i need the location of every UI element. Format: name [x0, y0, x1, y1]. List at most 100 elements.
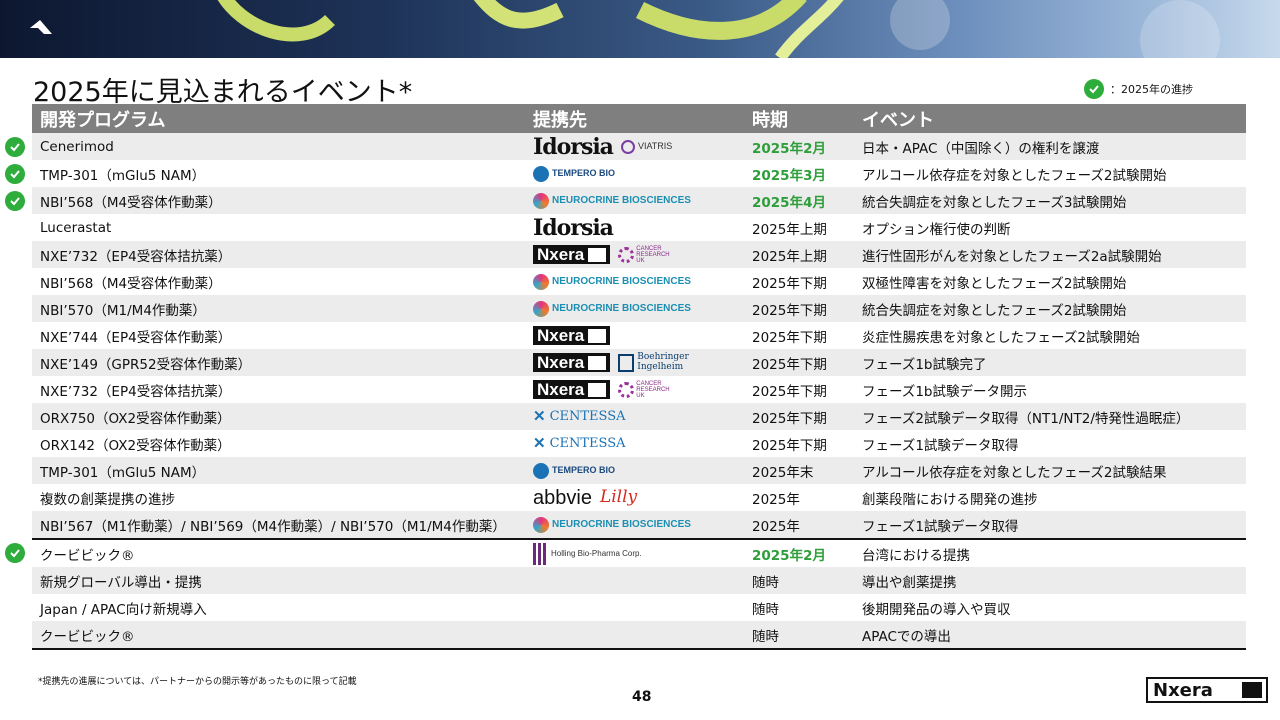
- corner-logo-icon: [30, 20, 52, 34]
- program-cell: NBI’568（M4受容体作動薬）: [32, 268, 525, 295]
- events-table: 開発プログラム 提携先 時期 イベント Cenerimod Idorsia VIAT…: [32, 104, 1246, 650]
- event-cell: 炎症性腸疾患を対象としたフェーズ2試験開始: [854, 322, 1246, 349]
- centessa-logo-text: CENTESSA: [549, 436, 626, 451]
- footnote: *提携先の進展については、パートナーからの開示等があったものに限って記載: [38, 677, 357, 687]
- nxera-logo: Nxera: [533, 353, 611, 372]
- partner-logos: Nxera: [533, 322, 744, 349]
- timing-cell: 2025年4月: [744, 187, 854, 214]
- partner-logos: Nxera CANCER RESEARCH UK: [533, 376, 744, 403]
- timing-cell: 2025年2月: [744, 538, 854, 567]
- event-cell: アルコール依存症を対象としたフェーズ2試験開始: [854, 160, 1246, 187]
- timing-cell: 2025年2月: [744, 133, 854, 160]
- event-cell: オプション権行使の判断: [854, 214, 1246, 241]
- timing-cell: 2025年下期: [744, 430, 854, 457]
- event-cell: フェーズ1試験データ取得: [854, 511, 1246, 539]
- partner-cell: NEUROCRINE BIOSCIENCES: [525, 511, 744, 539]
- timing-cell: 随時: [744, 594, 854, 621]
- brand-logo: Nxera: [1146, 677, 1268, 703]
- tempero-mark-icon: [533, 462, 549, 479]
- partner-cell: Idorsia: [525, 214, 744, 241]
- table-row: NXE’149（GPR52受容体作動薬） Nxera Boehringer Inge…: [32, 349, 1246, 376]
- table-row: クービビック® 随時 APACでの導出: [32, 621, 1246, 650]
- table-row: クービビック® Holling Bio-Pharma Corp. 2025年2月 台湾…: [32, 538, 1246, 567]
- partner-logos: TEMPERO BIO: [533, 457, 744, 484]
- partner-cell: Nxera CANCER RESEARCH UK: [525, 241, 744, 268]
- partner-logos: Nxera Boehringer Ingelheim: [533, 349, 744, 376]
- neurocrine-mark-icon: [533, 273, 549, 290]
- program-cell: TMP-301（mGlu5 NAM）: [32, 160, 525, 187]
- neurocrine-mark-icon: [533, 300, 549, 317]
- partner-logos: Idorsia VIATRIS: [533, 133, 744, 160]
- partner-cell: abbvie Lilly: [525, 484, 744, 511]
- centessa-logo: ✕ CENTESSA: [533, 409, 626, 424]
- partner-logos: Nxera CANCER RESEARCH UK: [533, 241, 744, 268]
- program-cell: 新規グローバル導出・提携: [32, 567, 525, 594]
- timing-cell: 2025年下期: [744, 403, 854, 430]
- program-cell: NBI’568（M4受容体作動薬）: [32, 187, 525, 214]
- timing-cell: 2025年上期: [744, 241, 854, 268]
- program-cell: TMP-301（mGlu5 NAM）: [32, 457, 525, 484]
- program-cell: クービビック®: [32, 621, 525, 650]
- table-row: NXE’732（EP4受容体拮抗薬） Nxera CANCER RESEARCH U…: [32, 376, 1246, 403]
- event-cell: 統合失調症を対象としたフェーズ3試験開始: [854, 187, 1246, 214]
- table-row: Lucerastat Idorsia 2025年上期 オプション権行使の判断: [32, 214, 1246, 241]
- partner-cell: [525, 594, 744, 621]
- partner-cell: NEUROCRINE BIOSCIENCES: [525, 187, 744, 214]
- timing-cell: 2025年: [744, 484, 854, 511]
- program-cell: クービビック®: [32, 538, 525, 567]
- partner-logos: ✕ CENTESSA: [533, 403, 744, 430]
- event-cell: APACでの導出: [854, 621, 1246, 650]
- program-cell: NXE’732（EP4受容体拮抗薬）: [32, 376, 525, 403]
- check-icon: [5, 136, 25, 157]
- program-cell: 複数の創薬提携の進捗: [32, 484, 525, 511]
- timing-cell: 2025年下期: [744, 322, 854, 349]
- table-header: 開発プログラム 提携先 時期 イベント: [32, 104, 1246, 133]
- event-cell: 進行性固形がんを対象としたフェーズ2a試験開始: [854, 241, 1246, 268]
- tempero-logo-text: TEMPERO BIO: [552, 465, 616, 475]
- cruk-logo-text: CANCER RESEARCH UK: [636, 380, 670, 399]
- tempero-logo: TEMPERO BIO: [533, 462, 616, 479]
- nxera-mark-icon: [588, 382, 607, 397]
- program-cell: NXE’149（GPR52受容体作動薬）: [32, 349, 525, 376]
- tempero-logo-text: TEMPERO BIO: [552, 168, 616, 178]
- neurocrine-logo-text: NEUROCRINE BIOSCIENCES: [552, 275, 691, 287]
- header-timing: 時期: [744, 104, 854, 133]
- page-number: 48: [632, 689, 652, 705]
- abbvie-logo: abbvie: [533, 486, 592, 509]
- legend-label: ：2025年の進捗: [1110, 83, 1193, 96]
- neurocrine-logo: NEUROCRINE BIOSCIENCES: [533, 300, 691, 317]
- timing-cell: 2025年下期: [744, 268, 854, 295]
- nxera-mark-icon: [588, 328, 607, 343]
- program-cell: ORX142（OX2受容体作動薬）: [32, 430, 525, 457]
- cruk-mark-icon: [618, 381, 635, 398]
- program-cell: NBI’570（M1/M4作動薬）: [32, 295, 525, 322]
- progress-checks: [5, 0, 27, 720]
- nxera-mark-icon: [588, 247, 607, 262]
- nxera-logo-text: Nxera: [537, 380, 585, 399]
- viatris-mark-icon: [620, 139, 635, 154]
- cancer-research-uk-logo: CANCER RESEARCH UK: [618, 381, 676, 399]
- partner-cell: NEUROCRINE BIOSCIENCES: [525, 268, 744, 295]
- timing-cell: 2025年下期: [744, 376, 854, 403]
- partner-logos: [533, 567, 744, 594]
- partner-logos: Holling Bio-Pharma Corp.: [533, 541, 744, 567]
- timing-cell: 2025年3月: [744, 160, 854, 187]
- partner-cell: [525, 621, 744, 650]
- timing-cell: 2025年末: [744, 457, 854, 484]
- event-cell: 双極性障害を対象としたフェーズ2試験開始: [854, 268, 1246, 295]
- neurocrine-logo-text: NEUROCRINE BIOSCIENCES: [552, 302, 691, 314]
- program-cell: Lucerastat: [32, 214, 525, 241]
- centessa-logo: ✕ CENTESSA: [533, 436, 626, 451]
- partner-logos: [533, 594, 744, 621]
- partner-logos: ✕ CENTESSA: [533, 430, 744, 457]
- partner-cell: ✕ CENTESSA: [525, 430, 744, 457]
- centessa-mark-icon: ✕: [533, 407, 546, 425]
- header-banner-image: [0, 0, 1280, 58]
- timing-cell: 2025年上期: [744, 214, 854, 241]
- event-cell: 創薬段階における開発の進捗: [854, 484, 1246, 511]
- partner-logos: NEUROCRINE BIOSCIENCES: [533, 511, 744, 538]
- partner-logos: [533, 621, 744, 647]
- table-row: NBI’568（M4受容体作動薬） NEUROCRINE BIOSCIENCES 2…: [32, 268, 1246, 295]
- nxera-logo-text: Nxera: [537, 353, 585, 372]
- table-row: NXE’744（EP4受容体作動薬） Nxera 2025年下期 炎症性腸疾患を対象と…: [32, 322, 1246, 349]
